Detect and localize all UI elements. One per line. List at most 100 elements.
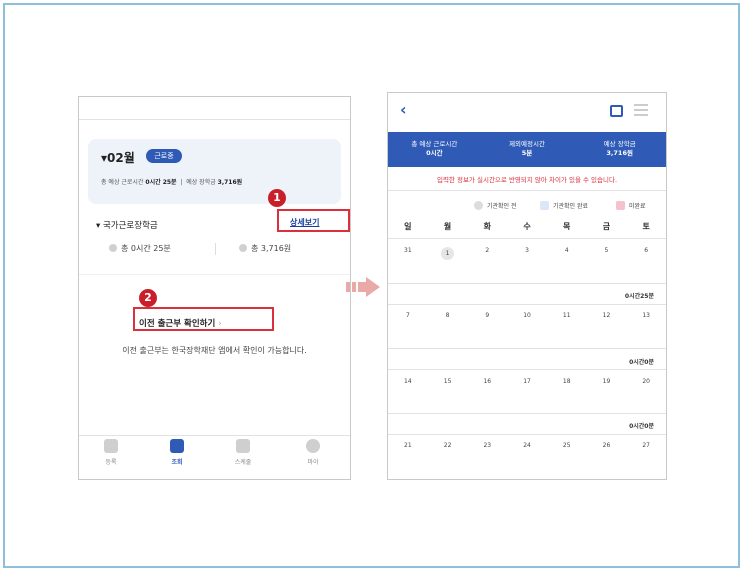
week-total: 0시간0분: [629, 423, 654, 430]
summary-expected-hours: 총 예상 근로시간 0시간: [388, 132, 481, 167]
highlight-detail-link: [277, 209, 350, 232]
calendar-day[interactable]: 4: [547, 247, 587, 260]
expected-scholarship-label: 예상 장학금: [186, 179, 216, 186]
calendar-day[interactable]: 12: [587, 312, 627, 319]
clock-icon: [109, 244, 117, 252]
stat-amount: 총 3,716원: [239, 243, 291, 254]
week-divider: [388, 304, 666, 305]
expected-hours-label: 총 예상 근로시간: [101, 179, 144, 186]
calendar-day[interactable]: 24: [507, 442, 547, 449]
stat-amount-text: 총 3,716원: [251, 244, 292, 253]
legend-swatch: [474, 201, 483, 210]
summary-label: 제외예정시간: [509, 140, 545, 148]
calendar-day[interactable]: 18: [547, 378, 587, 385]
calendar-day[interactable]: 16: [467, 378, 507, 385]
month-summary-card: ▾02월 근로중 총 예상 근로시간 0시간 25분 | 예상 장학금 3,71…: [88, 139, 341, 204]
calendar-day[interactable]: 15: [428, 378, 468, 385]
profile-icon: [306, 439, 320, 453]
legend-unconfirmed: 기관확인 전: [474, 201, 517, 210]
highlight-previous-attendance: [133, 307, 274, 331]
week-total: 0시간0분: [629, 359, 654, 366]
status-badge: 근로중: [146, 149, 182, 163]
summary-expected-scholarship: 예상 장학금 3,716원: [573, 132, 666, 167]
notice-text: 이전 출근부는 한국장학재단 앱에서 확인이 가능합니다.: [122, 346, 307, 355]
calendar-divider: [388, 238, 666, 239]
calendar-icon: [236, 439, 250, 453]
calendar-day[interactable]: 19: [587, 378, 627, 385]
summary-line: 총 예상 근로시간 0시간 25분 | 예상 장학금 3,716원: [101, 179, 243, 186]
tab-my-label: 마이: [307, 459, 319, 466]
calendar-day[interactable]: 9: [467, 312, 507, 319]
legend-incomplete: 미완료: [616, 201, 646, 210]
week-row: 31 1 2 3 4 5 6: [388, 247, 666, 260]
week-row: 21 22 23 24 25 26 27: [388, 442, 666, 449]
weekday-label: 수: [523, 222, 531, 231]
weekday-label: 일: [404, 222, 412, 231]
calendar-day[interactable]: 8: [428, 312, 468, 319]
calendar-day[interactable]: 13: [626, 312, 666, 319]
calendar-day[interactable]: 25: [547, 442, 587, 449]
weekday-label: 목: [563, 222, 571, 231]
calendar-day[interactable]: 3: [507, 247, 547, 260]
calendar-day[interactable]: 7: [388, 312, 428, 319]
tab-lookup-label: 조회: [171, 459, 183, 466]
coin-icon: [239, 244, 247, 252]
calendar-day[interactable]: 6: [626, 247, 666, 260]
calendar-day[interactable]: 23: [467, 442, 507, 449]
tab-schedule[interactable]: 스케줄: [223, 439, 263, 466]
calendar-day[interactable]: 11: [547, 312, 587, 319]
list-view-icon[interactable]: [634, 104, 648, 118]
week-row: 7 8 9 10 11 12 13: [388, 312, 666, 319]
week-divider: [388, 413, 666, 414]
warning-divider: [388, 190, 666, 191]
tab-schedule-label: 스케줄: [234, 459, 252, 466]
legend-confirmed: 기관확인 완료: [540, 201, 588, 210]
expected-hours-value: 0시간 25분: [145, 179, 177, 186]
legend-swatch: [540, 201, 549, 210]
legend-label: 기관확인 완료: [553, 203, 589, 210]
calendar-screen: ‹ 총 예상 근로시간 0시간 제외예정시간 5분 예상 장학금 3,716원 입력한…: [387, 92, 667, 480]
calendar-day[interactable]: 17: [507, 378, 547, 385]
weekday-label: 화: [483, 222, 491, 231]
step-marker-2: 2: [139, 289, 157, 307]
calendar-day[interactable]: 26: [587, 442, 627, 449]
tab-my[interactable]: 마이: [293, 439, 333, 466]
warning-text: 입력한 정보가 실시간으로 반영되지 않아 차이가 있을 수 있습니다.: [436, 176, 618, 184]
summary-value: 5분: [521, 149, 533, 157]
summary-excluded-time: 제외예정시간 5분: [481, 132, 574, 167]
calendar-day[interactable]: 31: [388, 247, 428, 260]
arrow-right-icon: [346, 277, 380, 297]
stat-time: 총 0시간 25분: [109, 243, 171, 254]
back-button[interactable]: ‹: [400, 100, 407, 119]
weekday-label: 월: [443, 222, 452, 231]
week-row: 14 15 16 17 18 19 20: [388, 378, 666, 385]
tab-register-label: 등록: [105, 459, 117, 466]
weekday-label: 금: [602, 222, 611, 231]
calendar-day-today[interactable]: 1: [428, 247, 468, 260]
week-divider: [388, 283, 666, 284]
legend-swatch: [616, 201, 625, 210]
week-divider: [388, 434, 666, 435]
calendar-day[interactable]: 20: [626, 378, 666, 385]
scholarship-title[interactable]: ▾ 국가근로장학금: [96, 219, 158, 231]
expected-scholarship-value: 3,716원: [217, 179, 243, 186]
summary-label: 총 예상 근로시간: [411, 140, 458, 148]
calendar-day[interactable]: 22: [428, 442, 468, 449]
calendar-day[interactable]: 5: [587, 247, 627, 260]
calendar-day[interactable]: 10: [507, 312, 547, 319]
tab-lookup[interactable]: 조회: [157, 439, 197, 466]
month-label[interactable]: ▾02월: [101, 149, 135, 166]
register-icon: [104, 439, 118, 453]
tab-register[interactable]: 등록: [91, 439, 131, 466]
calendar-day[interactable]: 21: [388, 442, 428, 449]
calendar-day[interactable]: 27: [626, 442, 666, 449]
summary-value: 3,716원: [606, 149, 633, 157]
week-divider: [388, 348, 666, 349]
step-marker-1: 1: [268, 189, 286, 207]
stat-time-text: 총 0시간 25분: [121, 244, 171, 253]
calendar-day[interactable]: 14: [388, 378, 428, 385]
weekday-header: 일 월 화 수 목 금 토: [388, 221, 666, 232]
calendar-day[interactable]: 2: [467, 247, 507, 260]
stat-divider: [215, 243, 216, 255]
calendar-view-icon[interactable]: [610, 105, 623, 117]
